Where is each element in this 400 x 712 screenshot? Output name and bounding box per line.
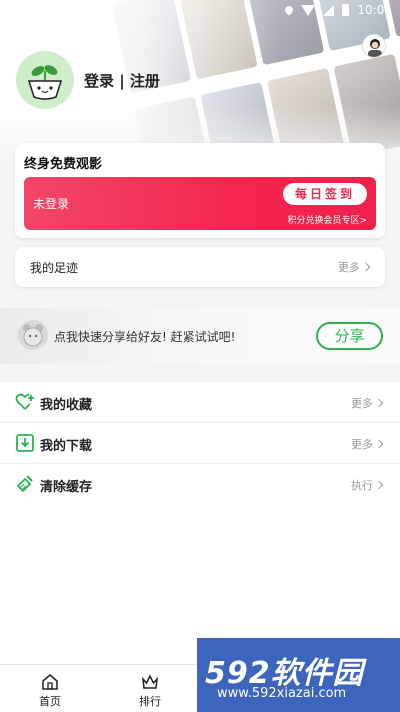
share-button[interactable]: 分享 xyxy=(316,322,383,350)
mascot-icon xyxy=(18,320,48,350)
menu-item-action[interactable]: 执行 xyxy=(351,477,384,493)
action-label: 更多 xyxy=(351,438,373,451)
share-prompt: 点我快速分享给好友! 赶紧试试吧! xyxy=(54,330,236,344)
menu-item-action[interactable]: 更多 xyxy=(351,436,384,452)
more-label: 更多 xyxy=(338,261,360,274)
nav-item-home[interactable]: 首页 xyxy=(0,665,100,712)
home-icon xyxy=(42,674,58,690)
location-icon xyxy=(283,4,296,16)
broom-icon xyxy=(16,475,33,493)
menu-item-clear-cache[interactable]: 清除缓存 执行 xyxy=(0,464,400,505)
watermark-logo: 592软件园 www.592xiazai.com xyxy=(197,638,400,712)
menu-item-label: 清除缓存 xyxy=(40,480,93,495)
points-exchange-link[interactable]: 积分兑换会员专区> xyxy=(287,213,367,226)
heart-plus-icon xyxy=(15,393,34,410)
watermark-url: www.592xiazai.com xyxy=(217,686,347,701)
user-avatar[interactable] xyxy=(16,51,74,109)
nav-item-label: 排行 xyxy=(139,695,161,708)
vip-card: 终身免费观影 未登录 每日签到 积分兑换会员专区> xyxy=(15,143,385,238)
signal-icon xyxy=(323,4,335,16)
nav-item-ranking[interactable]: 排行 xyxy=(100,665,200,712)
menu-item-favorites[interactable]: 我的收藏 更多 xyxy=(0,382,400,423)
login-register-link[interactable]: 登录 | 注册 xyxy=(84,70,160,91)
download-icon xyxy=(16,434,34,452)
status-time: 10:01 xyxy=(357,3,392,17)
chevron-right-icon xyxy=(361,262,371,272)
action-label: 更多 xyxy=(351,397,373,410)
menu-item-label: 我的收藏 xyxy=(40,398,93,413)
vip-card-title: 终身免费观影 xyxy=(24,157,103,172)
nav-item-label: 首页 xyxy=(39,695,61,708)
menu-item-downloads[interactable]: 我的下载 更多 xyxy=(0,423,400,464)
mascot-icon-svg xyxy=(23,324,43,347)
chevron-right-icon xyxy=(374,480,384,490)
share-banner: 点我快速分享给好友! 赶紧试试吧! 分享 xyxy=(0,308,400,364)
footprint-row[interactable]: 我的足迹 更多 xyxy=(15,247,385,287)
menu-item-label: 我的下载 xyxy=(40,439,93,454)
menu-list: 我的收藏 更多 我的下载 更多 清除缓存 执行 xyxy=(0,382,400,505)
daily-signin-button[interactable]: 每日签到 xyxy=(283,183,367,205)
status-bar: 10:01 xyxy=(0,0,400,20)
chevron-right-icon xyxy=(374,439,384,449)
footprint-label: 我的足迹 xyxy=(30,261,79,275)
menu-item-action[interactable]: 更多 xyxy=(351,395,384,411)
wifi-icon xyxy=(301,4,316,16)
sprout-pot-icon xyxy=(27,65,63,100)
vip-banner[interactable]: 未登录 每日签到 积分兑换会员专区> xyxy=(24,177,376,230)
battery-icon xyxy=(342,4,350,16)
crown-icon xyxy=(141,674,159,689)
chevron-right-icon xyxy=(374,398,384,408)
action-label: 执行 xyxy=(351,479,373,492)
login-status: 未登录 xyxy=(33,197,70,211)
profile-avatar-icon[interactable] xyxy=(362,34,386,58)
footprint-more-link[interactable]: 更多 xyxy=(338,259,371,275)
